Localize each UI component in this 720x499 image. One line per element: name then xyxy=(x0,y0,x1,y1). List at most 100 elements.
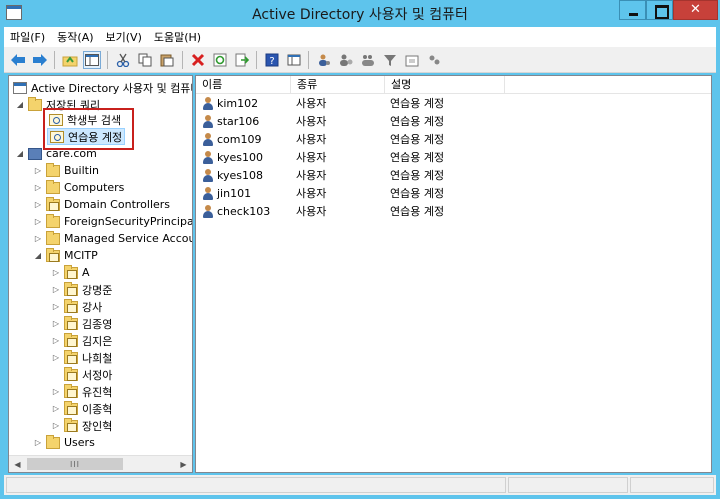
menu-help[interactable]: 도움말(H) xyxy=(148,29,207,45)
list-item[interactable]: kyes108 사용자 연습용 계정 xyxy=(196,167,711,185)
tree-item-mcitp[interactable]: ◢ MCITP xyxy=(33,247,98,264)
refresh-icon[interactable] xyxy=(211,51,229,69)
list-item[interactable]: kyes100 사용자 연습용 계정 xyxy=(196,149,711,167)
list-item-desc: 연습용 계정 xyxy=(390,151,445,164)
tree-item-query-practice[interactable]: 연습용 계정 xyxy=(47,128,126,145)
add-user-icon[interactable] xyxy=(337,51,355,69)
tree-item-domain-controllers[interactable]: ▷ Domain Controllers xyxy=(33,196,170,213)
tree-root[interactable]: Active Directory 사용자 및 컴퓨터 xyxy=(13,79,192,96)
add-ou-icon[interactable] xyxy=(403,51,421,69)
delegate-icon[interactable] xyxy=(425,51,443,69)
expand-arrow-icon[interactable]: ▷ xyxy=(33,438,43,447)
cut-icon[interactable] xyxy=(114,51,132,69)
paste-icon[interactable] xyxy=(158,51,176,69)
tree-item-ou[interactable]: ▷ 장인혁 xyxy=(51,417,112,434)
scroll-right-arrow-icon[interactable]: ▶ xyxy=(175,456,192,472)
list-item[interactable]: check103 사용자 연습용 계정 xyxy=(196,203,711,221)
expand-arrow-icon[interactable]: ▷ xyxy=(51,404,61,413)
title-bar[interactable]: Active Directory 사용자 및 컴퓨터 ✕ xyxy=(0,0,720,27)
collapse-arrow-icon[interactable]: ◢ xyxy=(15,149,25,158)
tree-item-label: 연습용 계정 xyxy=(68,130,123,144)
ou-folder-icon xyxy=(64,332,78,347)
expand-arrow-icon[interactable]: ▷ xyxy=(33,166,43,175)
tree-item-query-student[interactable]: 학생부 검색 xyxy=(49,111,121,128)
filter-icon[interactable] xyxy=(381,51,399,69)
scroll-left-arrow-icon[interactable]: ◀ xyxy=(9,456,26,472)
up-folder-icon[interactable] xyxy=(61,51,79,69)
collapse-arrow-icon[interactable]: ◢ xyxy=(33,251,43,260)
horizontal-scrollbar[interactable]: ◀ III ▶ xyxy=(9,455,192,472)
tree-item-label: Managed Service Accou xyxy=(64,232,193,245)
column-header-type[interactable]: 종류 xyxy=(291,76,385,94)
tree-item-builtin[interactable]: ▷ Builtin xyxy=(33,162,99,179)
toolbar: ? xyxy=(4,47,716,73)
scroll-thumb[interactable]: III xyxy=(27,458,123,470)
tree-item-ou[interactable]: ▷ 이종혁 xyxy=(51,400,112,417)
list-item[interactable]: com109 사용자 연습용 계정 xyxy=(196,131,711,149)
expand-arrow-icon[interactable]: ▷ xyxy=(33,183,43,192)
tree-item-ou[interactable]: ▷ 김지은 xyxy=(51,332,112,349)
list-item[interactable]: kim102 사용자 연습용 계정 xyxy=(196,95,711,113)
list-item-type: 사용자 xyxy=(296,151,327,164)
help-icon[interactable]: ? xyxy=(263,51,281,69)
show-tree-icon[interactable] xyxy=(83,51,101,69)
tree-item-managed-service[interactable]: ▷ Managed Service Accou xyxy=(33,230,193,247)
expand-arrow-icon[interactable]: ▷ xyxy=(51,353,61,362)
expand-arrow-icon[interactable]: ▷ xyxy=(51,336,61,345)
close-button[interactable]: ✕ xyxy=(673,0,718,20)
expand-arrow-icon[interactable]: ▷ xyxy=(51,421,61,430)
tree-pane[interactable]: Active Directory 사용자 및 컴퓨터 ◢ 저장된 쿼리 학생부 … xyxy=(8,75,193,473)
expand-arrow-icon[interactable]: ▷ xyxy=(51,302,61,311)
list-item[interactable]: star106 사용자 연습용 계정 xyxy=(196,113,711,131)
ou-folder-icon xyxy=(64,281,78,296)
column-header-description[interactable]: 설명 xyxy=(385,76,505,94)
expand-arrow-icon[interactable]: ▷ xyxy=(33,200,43,209)
column-header-name[interactable]: 이름 xyxy=(196,76,291,94)
expand-arrow-icon[interactable]: ▷ xyxy=(51,285,61,294)
tree-item-ou[interactable]: ▷ 유진혁 xyxy=(51,383,112,400)
export-list-icon[interactable] xyxy=(233,51,251,69)
tree-item-foreign-security[interactable]: ▷ ForeignSecurityPrincipal xyxy=(33,213,192,230)
add-group-icon[interactable] xyxy=(359,51,377,69)
tree-item-users[interactable]: ▷ Users xyxy=(33,434,95,451)
list-item-desc: 연습용 계정 xyxy=(390,187,445,200)
menu-view[interactable]: 보기(V) xyxy=(100,29,148,45)
user-icon xyxy=(203,169,213,183)
forward-arrow-icon[interactable] xyxy=(31,51,49,69)
menu-file[interactable]: 파일(F) xyxy=(4,29,51,45)
tree-item-ou[interactable]: ▷ 강명준 xyxy=(51,281,112,298)
users-icon[interactable] xyxy=(315,51,333,69)
aduc-window: Active Directory 사용자 및 컴퓨터 ✕ 파일(F) 동작(A)… xyxy=(0,0,720,499)
list-item-type: 사용자 xyxy=(296,205,327,218)
collapse-arrow-icon[interactable]: ◢ xyxy=(15,100,25,109)
list-item[interactable]: jin101 사용자 연습용 계정 xyxy=(196,185,711,203)
expand-arrow-icon[interactable]: ▷ xyxy=(51,268,61,277)
tree-item-domain[interactable]: ◢ care.com xyxy=(15,145,97,162)
delete-icon[interactable] xyxy=(189,51,207,69)
tree-item-ou[interactable]: 서정아 xyxy=(64,366,112,383)
folder-icon xyxy=(46,179,60,194)
expand-arrow-icon[interactable]: ▷ xyxy=(51,319,61,328)
expand-arrow-icon[interactable]: ▷ xyxy=(33,217,43,226)
maximize-button[interactable] xyxy=(646,0,673,20)
folder-icon xyxy=(46,434,60,449)
tree-item-label: Users xyxy=(64,436,95,449)
results-pane[interactable]: 이름 종류 설명 kim102 사용자 연습용 계정 star106 사용자 연… xyxy=(195,75,712,473)
expand-arrow-icon[interactable]: ▷ xyxy=(33,234,43,243)
tree-item-ou[interactable]: ▷ 김종영 xyxy=(51,315,112,332)
tree-item-ou[interactable]: ▷ A xyxy=(51,264,90,281)
console-icon[interactable] xyxy=(285,51,303,69)
user-icon xyxy=(203,115,213,129)
expand-arrow-icon[interactable]: ▷ xyxy=(51,387,61,396)
tree-item-label: MCITP xyxy=(64,249,98,262)
minimize-button[interactable] xyxy=(619,0,646,20)
ou-folder-icon xyxy=(64,349,78,364)
saved-query-icon xyxy=(49,113,63,126)
tree-item-ou[interactable]: ▷ 강사 xyxy=(51,298,102,315)
copy-icon[interactable] xyxy=(136,51,154,69)
list-item-type: 사용자 xyxy=(296,115,327,128)
tree-item-computers[interactable]: ▷ Computers xyxy=(33,179,124,196)
menu-action[interactable]: 동작(A) xyxy=(51,29,99,45)
back-arrow-icon[interactable] xyxy=(9,51,27,69)
tree-item-ou[interactable]: ▷ 나희철 xyxy=(51,349,112,366)
